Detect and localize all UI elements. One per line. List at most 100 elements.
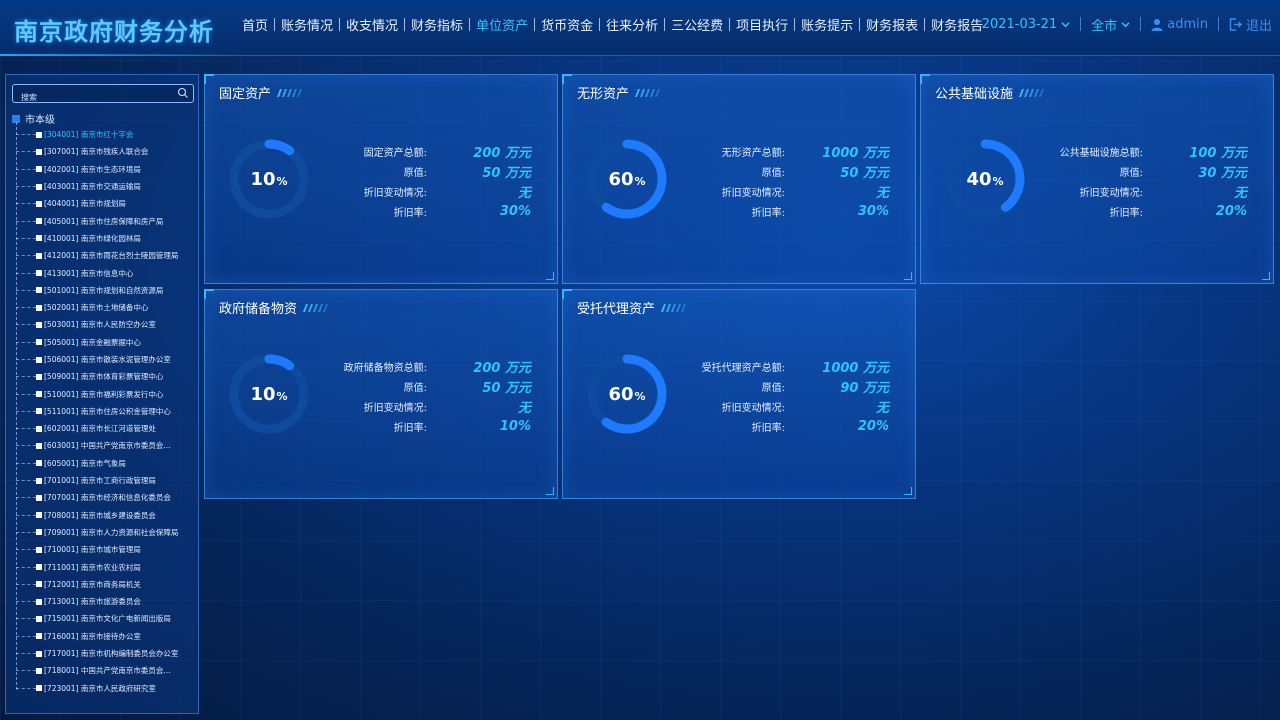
- date-selector[interactable]: 2021-03-21: [982, 17, 1071, 32]
- tree-connector: [16, 359, 36, 360]
- tree-item[interactable]: [506001] 南京市散装水泥管理办公室: [16, 351, 198, 368]
- top-header: 南京政府财务分析 首页 账务情况 收支情况 财务指标 单位资产 货币资金 往来分析 三公经费项…: [0, 0, 1280, 56]
- tree-root-label: 市本级: [25, 115, 55, 126]
- stat-value: 20%: [1215, 203, 1247, 219]
- stat-label: 原值:: [761, 167, 785, 179]
- tree-item[interactable]: [307001] 南京市残疾人联合会: [16, 143, 198, 160]
- tree-item[interactable]: [605001] 南京市气象局: [16, 455, 198, 472]
- tree-item[interactable]: [505001] 南京金融票据中心: [16, 334, 198, 351]
- logout-label: 退出: [1245, 18, 1272, 34]
- asset-card: 受托代理资产 60% 受托代理资产总额: 1000 万元 原值: 90 万元 折旧变动情况:…: [562, 289, 916, 499]
- nav-item[interactable]: 往来分析: [600, 15, 664, 34]
- tree-connector: [16, 445, 36, 447]
- tree-item[interactable]: [709001] 南京市人力资源和社会保障局: [16, 524, 198, 541]
- stat-value: 无: [517, 185, 531, 201]
- tree-item[interactable]: [304001] 南京市红十字会: [16, 126, 198, 143]
- tree-item[interactable]: [509001] 南京市体育彩票管理中心: [16, 368, 198, 385]
- tree-item[interactable]: [510001] 南京市福利彩票发行中心: [16, 385, 198, 402]
- tree-node-icon: [36, 391, 42, 398]
- asset-card: 政府储备物资 10% 政府储备物资总额: 200 万元 原值: 50 万元 折旧变动情况: 无…: [204, 289, 558, 499]
- tree-item[interactable]: [716001] 南京市接待办公室: [16, 628, 198, 645]
- tree-node-icon: [36, 339, 42, 346]
- tree-item[interactable]: [723001] 南京市人民政府研究室: [16, 680, 198, 697]
- stat-value: 200 万元: [473, 360, 531, 376]
- tree-node-icon: [36, 321, 42, 328]
- city-selector[interactable]: 全市: [1091, 15, 1130, 34]
- tree-item-label: [716001] 南京市接待办公室: [44, 631, 141, 641]
- tree-connector: [16, 583, 36, 585]
- nav-item[interactable]: 单位资产: [470, 15, 534, 34]
- tree-item[interactable]: [404001] 南京市规划局: [16, 195, 198, 212]
- percent-value: 60: [608, 383, 634, 405]
- nav-item[interactable]: 财务报告: [925, 15, 989, 34]
- tree-node-icon: [36, 633, 42, 640]
- tree-node-icon: [36, 442, 42, 449]
- tree-item-label: [410001] 南京市绿化园林局: [44, 233, 141, 243]
- tree-node-icon: [36, 373, 42, 380]
- user-menu[interactable]: admin: [1151, 17, 1208, 32]
- tree-item[interactable]: [405001] 南京市住房保障和房产局: [16, 212, 198, 229]
- tree-item[interactable]: [503001] 南京市人民防空办公室: [16, 316, 198, 333]
- nav-item[interactable]: 财务指标: [405, 15, 469, 34]
- nav-item[interactable]: 收支情况: [340, 15, 404, 34]
- tree-connector: [16, 151, 36, 153]
- tree-item[interactable]: [718001] 中国共产党南京市委员会...: [16, 662, 198, 679]
- nav-divider: [599, 18, 601, 31]
- tree-list: [304001] 南京市红十字会 [307001] 南京市残疾人联合会 [40200…: [16, 126, 198, 697]
- search-box: [12, 84, 194, 106]
- tree-item[interactable]: [711001] 南京市农业农村局: [16, 558, 198, 575]
- tree-item[interactable]: [501001] 南京市规划和自然资源局: [16, 282, 198, 299]
- tree-item[interactable]: [701001] 南京市工商行政管理局: [16, 472, 198, 489]
- tree-connector: [16, 428, 36, 430]
- tree-item[interactable]: [710001] 南京市城市管理局: [16, 541, 198, 558]
- card-corner: [1262, 272, 1270, 280]
- tree-item[interactable]: [603001] 中国共产党南京市委员会...: [16, 437, 198, 454]
- tree-node-icon: [36, 304, 42, 311]
- nav-item[interactable]: 项目执行: [730, 15, 794, 34]
- logout-button[interactable]: 退出: [1229, 15, 1272, 34]
- stat-value: 10%: [499, 418, 531, 434]
- tree-connector: [16, 462, 36, 464]
- tree-item[interactable]: [708001] 南京市城乡建设委员会: [16, 507, 198, 524]
- nav-item[interactable]: 账务提示: [795, 15, 859, 34]
- tree-root[interactable]: 市本级: [12, 111, 55, 126]
- tree-item[interactable]: [602001] 南京市长江河道管理处: [16, 420, 198, 437]
- tree-item[interactable]: [412001] 南京市雨花台烈士陵园管理局: [16, 247, 198, 264]
- stat-row: 公共基础设施总额: 100 万元: [993, 141, 1247, 161]
- tree-connector: [16, 341, 36, 343]
- nav-item[interactable]: 货币资金: [535, 15, 599, 34]
- tree-item[interactable]: [713001] 南京市旅游委员会: [16, 593, 198, 610]
- stat-value: 200 万元: [473, 145, 531, 161]
- tree-item-label: [713001] 南京市旅游委员会: [44, 597, 141, 607]
- tree-node-icon: [36, 512, 42, 519]
- tree-item[interactable]: [413001] 南京市信息中心: [16, 264, 198, 281]
- card-title: 政府储备物资: [219, 298, 329, 317]
- stat-row: 固定资产总额: 200 万元: [277, 141, 531, 161]
- tree-node-icon: [36, 650, 42, 657]
- tree-item[interactable]: [511001] 南京市住房公积金管理中心: [16, 403, 198, 420]
- search-icon[interactable]: [177, 87, 189, 99]
- tree-item[interactable]: [707001] 南京市经济和信息化委员会: [16, 489, 198, 506]
- tree-connector: [16, 531, 36, 533]
- tree-item[interactable]: [712001] 南京市商务局机关: [16, 576, 198, 593]
- search-input[interactable]: [13, 89, 173, 106]
- user-icon: [1151, 18, 1163, 31]
- stat-label: 公共基础设施总额:: [1059, 147, 1143, 159]
- header-divider: [1140, 17, 1142, 31]
- tree-item[interactable]: [410001] 南京市绿化园林局: [16, 230, 198, 247]
- tree-item[interactable]: [403001] 南京市交通运输局: [16, 178, 198, 195]
- nav-item[interactable]: 财务报表: [860, 15, 924, 34]
- stat-row: 原值: 50 万元: [277, 376, 531, 396]
- tree-item[interactable]: [717001] 南京市机构编制委员会办公室: [16, 645, 198, 662]
- nav-item[interactable]: 首页: [236, 15, 274, 34]
- tree-connector: [16, 376, 36, 378]
- tree-item[interactable]: [502001] 南京市土地储备中心: [16, 299, 198, 316]
- nav-item[interactable]: 账务情况: [275, 15, 339, 34]
- nav-item[interactable]: 三公经费: [665, 15, 729, 34]
- nav-divider: [859, 18, 861, 31]
- tree-item[interactable]: [402001] 南京市生态环境局: [16, 161, 198, 178]
- tree-item-label: [405001] 南京市住房保障和房产局: [44, 216, 164, 226]
- tree-connector: [16, 203, 36, 205]
- tree-item-label: [708001] 南京市城乡建设委员会: [44, 510, 156, 520]
- tree-item[interactable]: [715001] 南京市文化广电新闻出版局: [16, 610, 198, 627]
